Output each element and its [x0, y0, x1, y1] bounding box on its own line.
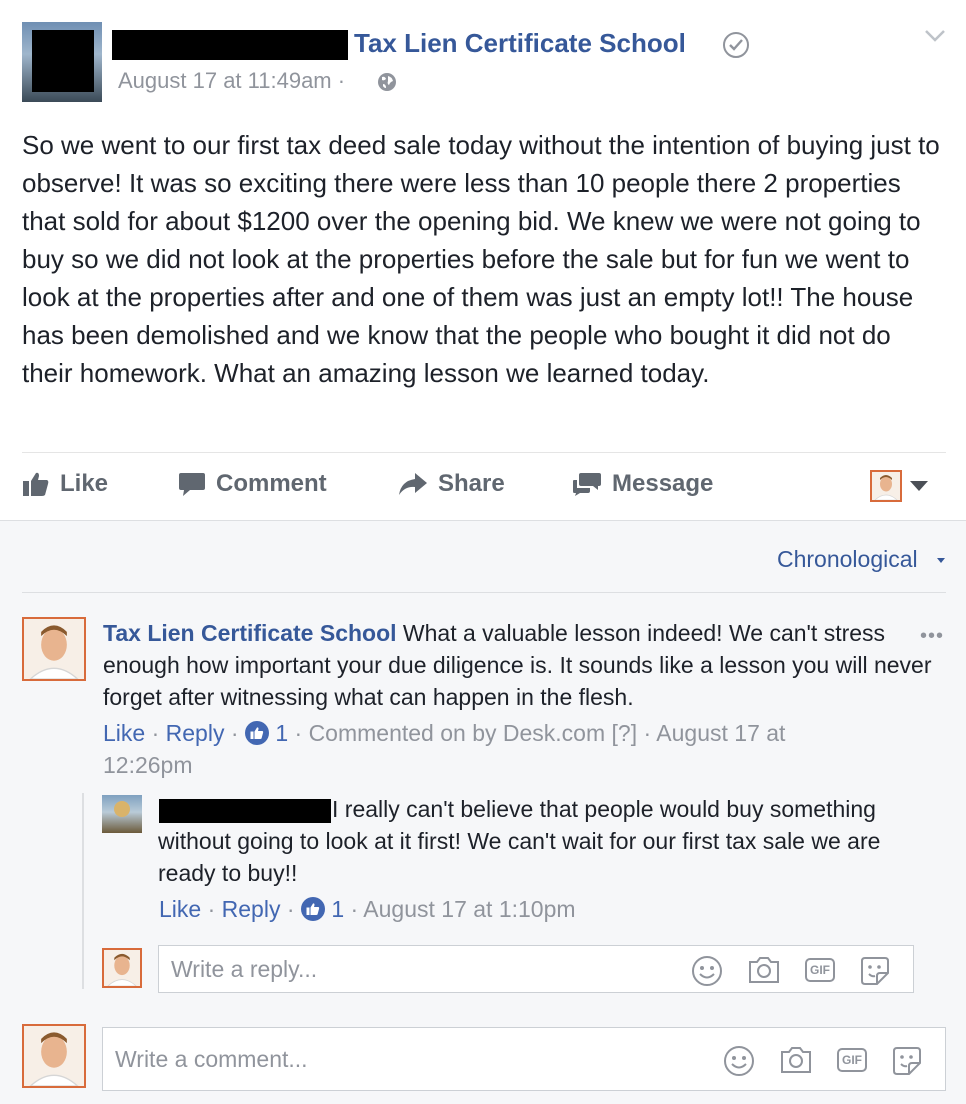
meta-separator: ·: [643, 720, 652, 746]
meta-separator: ·: [294, 720, 303, 746]
comment-button-label: Comment: [216, 470, 327, 497]
page-name-link[interactable]: Tax Lien Certificate School: [354, 28, 686, 59]
public-globe-icon: [378, 73, 396, 91]
comment-input-avatar: [22, 1024, 86, 1088]
like-button-label: Like: [60, 470, 109, 497]
comment-input[interactable]: Write a comment... GIF: [102, 1027, 946, 1091]
post-timestamp[interactable]: August 17 at 11:49am ·: [118, 68, 345, 94]
message-button-label: Message: [612, 470, 714, 497]
meta-separator: ·: [286, 896, 295, 922]
comments-section: Chronological Tax Lien Certificate Schoo…: [0, 520, 966, 1104]
reply-input[interactable]: Write a reply... GIF: [158, 945, 914, 993]
redaction-block: [32, 30, 94, 92]
dog-photo-icon: [114, 801, 130, 817]
sticker-icon[interactable]: [859, 955, 891, 987]
share-button-label: Share: [438, 470, 505, 497]
reply-author-name-redacted: [159, 799, 331, 823]
comments-divider: [22, 592, 946, 593]
share-arrow-icon: [399, 473, 427, 495]
comment-meta: Like · Reply · 1 · Commented on by Desk.…: [103, 717, 863, 781]
comment-author-link[interactable]: Tax Lien Certificate School: [103, 620, 397, 646]
reply-author-avatar[interactable]: [102, 795, 142, 833]
commented-via-text: Commented on by Desk.com: [308, 720, 606, 746]
comment-like-link[interactable]: Like: [103, 720, 145, 746]
emoji-icon[interactable]: [691, 955, 723, 987]
like-button[interactable]: Like: [22, 466, 108, 502]
acting-as-dropdown-caret-icon[interactable]: [910, 481, 928, 491]
author-name-redacted: [112, 30, 348, 60]
meta-separator: ·: [151, 720, 160, 746]
reply-timestamp[interactable]: August 17 at 1:10pm: [363, 896, 575, 922]
comment-author-avatar[interactable]: [22, 617, 86, 681]
timestamp-separator: ·: [337, 68, 346, 93]
acting-as-page-avatar[interactable]: [870, 470, 902, 502]
gif-icon[interactable]: GIF: [805, 958, 835, 982]
share-button[interactable]: Share: [398, 466, 505, 502]
message-bubbles-icon: [573, 473, 601, 496]
meta-separator: ·: [350, 896, 359, 922]
meta-separator: ·: [207, 896, 216, 922]
timestamp-text[interactable]: August 17 at 11:49am: [118, 68, 332, 93]
like-count-badge-icon[interactable]: [244, 721, 269, 745]
reply-input-placeholder: Write a reply...: [171, 956, 318, 982]
face-avatar-icon: [24, 1026, 84, 1086]
author-avatar[interactable]: [22, 22, 102, 102]
reply-meta: Like · Reply · 1 · August 17 at 1:10pm: [159, 893, 576, 925]
verified-badge-icon: [723, 32, 749, 58]
comment-options-icon[interactable]: •••: [920, 625, 944, 648]
reply-input-avatar: [102, 948, 142, 988]
comment-reply-link[interactable]: Reply: [166, 720, 225, 746]
gif-icon[interactable]: GIF: [837, 1048, 867, 1072]
comment-input-placeholder: Write a comment...: [115, 1046, 308, 1072]
action-divider: [22, 452, 946, 453]
comment-sort-dropdown[interactable]: Chronological: [777, 546, 918, 573]
reply-reply-link[interactable]: Reply: [222, 896, 281, 922]
like-count-badge-icon[interactable]: [300, 897, 325, 921]
reply-like-link[interactable]: Like: [159, 896, 201, 922]
comment-body: Tax Lien Certificate School What a valua…: [103, 617, 933, 713]
reply-like-count[interactable]: 1: [331, 896, 344, 922]
reply-thread-line: [82, 793, 84, 989]
sticker-icon[interactable]: [891, 1045, 923, 1077]
message-button[interactable]: Message: [572, 466, 713, 502]
camera-icon[interactable]: [747, 955, 781, 985]
post-options-chevron-icon[interactable]: [924, 28, 946, 44]
face-avatar-icon: [104, 950, 140, 986]
emoji-icon[interactable]: [723, 1045, 755, 1077]
thumbs-up-icon: [23, 472, 49, 496]
post-card: Tax Lien Certificate School August 17 at…: [0, 0, 966, 520]
face-avatar-icon: [872, 472, 900, 501]
comment-bubble-icon: [179, 473, 205, 496]
sort-caret-icon[interactable]: [937, 558, 945, 563]
post-body-text: So we went to our first tax deed sale to…: [22, 130, 940, 388]
meta-separator: ·: [230, 720, 239, 746]
comment-like-count[interactable]: 1: [275, 720, 288, 746]
comment-button[interactable]: Comment: [178, 466, 327, 502]
face-avatar-icon: [24, 619, 84, 679]
camera-icon[interactable]: [779, 1045, 813, 1075]
help-link[interactable]: [?]: [612, 720, 638, 746]
